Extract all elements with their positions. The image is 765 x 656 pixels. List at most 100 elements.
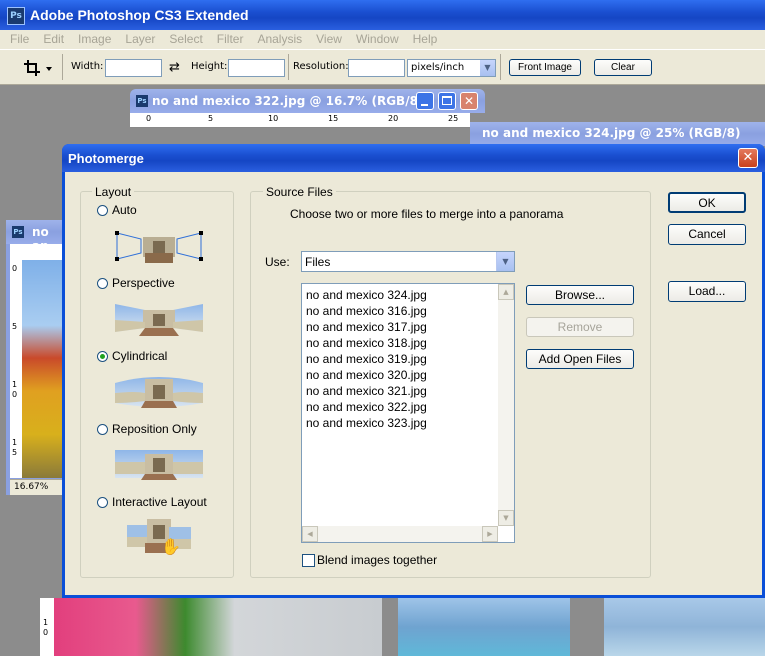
photoshop-app-icon: Ps (7, 7, 25, 25)
menu-edit[interactable]: Edit (43, 32, 64, 46)
thumb-auto (115, 227, 203, 265)
menu-view[interactable]: View (316, 32, 342, 46)
photomerge-dialog: Photomerge ✕ Layout Auto Perspective Cyl… (62, 144, 765, 598)
menu-window[interactable]: Window (356, 32, 399, 46)
doc1-ruler: 0 5 10 15 20 25 (130, 113, 470, 128)
scroll-down-icon[interactable]: ▼ (498, 510, 514, 526)
cancel-button[interactable]: Cancel (668, 224, 746, 245)
radio-perspective[interactable] (97, 278, 108, 289)
horizontal-scrollbar[interactable]: ◀ ▶ (302, 526, 498, 542)
bottom-photo-2 (398, 598, 570, 656)
hand-cursor-icon: ✋ (161, 537, 181, 556)
file-list-item[interactable]: no and mexico 320.jpg (303, 367, 496, 383)
doc3-ps-icon: Ps (12, 226, 24, 238)
thumb-cylindrical (115, 373, 203, 409)
blend-checkbox[interactable] (302, 554, 315, 567)
doc3-photo (22, 260, 66, 478)
file-list-item[interactable]: no and mexico 318.jpg (303, 335, 496, 351)
menu-layer[interactable]: Layer (125, 32, 155, 46)
doc1-ps-icon: Ps (136, 95, 148, 107)
close-icon[interactable]: ✕ (738, 148, 758, 168)
doc3-ruler (10, 244, 66, 260)
doc1-title: no and mexico 322.jpg @ 16.7% (RGB/8) (152, 94, 424, 108)
use-label: Use: (265, 255, 290, 269)
file-list-item[interactable]: no and mexico 319.jpg (303, 351, 496, 367)
vertical-scrollbar[interactable]: ▲ ▼ (498, 284, 514, 526)
browse-button[interactable]: Browse... (526, 285, 634, 305)
menu-bar: File Edit Image Layer Select Filter Analysis Vi… (0, 30, 765, 49)
width-label: Width: (71, 61, 104, 72)
dialog-body: Layout Auto Perspective Cylindrical Repo… (65, 172, 762, 595)
radio-reposition-only[interactable] (97, 424, 108, 435)
bottom-ruler-left: 10 (40, 598, 54, 656)
doc3-title-bar[interactable]: Ps no an (6, 220, 66, 253)
crop-tool-icon[interactable] (22, 57, 54, 79)
label-perspective: Perspective (112, 276, 175, 290)
radio-interactive-layout[interactable] (97, 497, 108, 508)
scroll-right-icon[interactable]: ▶ (482, 526, 498, 542)
close-icon[interactable]: ✕ (460, 92, 478, 110)
doc2-title: no and mexico 324.jpg @ 25% (RGB/8) (482, 126, 741, 140)
dialog-title: Photomerge (68, 151, 144, 166)
thumb-perspective (115, 300, 203, 336)
minimize-icon[interactable] (416, 92, 434, 110)
file-list-item[interactable]: no and mexico 317.jpg (303, 319, 496, 335)
front-image-button[interactable]: Front Image (509, 59, 581, 76)
maximize-icon[interactable] (438, 92, 456, 110)
source-files-legend: Source Files (263, 185, 336, 199)
clear-button[interactable]: Clear (594, 59, 652, 76)
label-auto: Auto (112, 203, 137, 217)
thumb-reposition-only (115, 446, 203, 482)
options-bar: Width: ⇄ Height: Resolution: pixels/inch… (0, 49, 765, 85)
menu-image[interactable]: Image (78, 32, 111, 46)
menu-filter[interactable]: Filter (217, 32, 244, 46)
chevron-down-icon[interactable]: ▼ (496, 252, 514, 271)
menu-help[interactable]: Help (413, 32, 438, 46)
height-field[interactable] (228, 59, 285, 77)
bottom-photo-3 (604, 598, 765, 656)
file-items: no and mexico 324.jpg no and mexico 316.j… (303, 287, 496, 431)
add-open-files-button[interactable]: Add Open Files (526, 349, 634, 369)
file-list-item[interactable]: no and mexico 322.jpg (303, 399, 496, 415)
height-label: Height: (191, 61, 228, 72)
instruction-text: Choose two or more files to merge into a… (290, 207, 564, 221)
menu-analysis[interactable]: Analysis (257, 32, 302, 46)
file-list-item[interactable]: no and mexico 321.jpg (303, 383, 496, 399)
label-interactive-layout: Interactive Layout (112, 495, 207, 509)
blend-label: Blend images together (317, 553, 438, 567)
chevron-down-icon[interactable]: ▼ (480, 60, 495, 76)
app-title: Adobe Photoshop CS3 Extended (30, 7, 249, 23)
label-reposition-only: Reposition Only (112, 422, 197, 436)
doc1-title-bar[interactable]: Ps no and mexico 322.jpg @ 16.7% (RGB/8)… (130, 89, 485, 113)
file-list-item[interactable]: no and mexico 316.jpg (303, 303, 496, 319)
thumb-interactive-layout: ✋ (127, 517, 191, 557)
dialog-title-bar[interactable]: Photomerge ✕ (62, 144, 765, 172)
file-list[interactable]: no and mexico 324.jpg no and mexico 316.j… (301, 283, 515, 543)
swap-arrows-icon[interactable]: ⇄ (169, 60, 180, 75)
bottom-photo-1 (54, 598, 382, 656)
radio-cylindrical[interactable] (97, 351, 108, 362)
resolution-field[interactable] (348, 59, 405, 77)
doc2-title-bar[interactable]: no and mexico 324.jpg @ 25% (RGB/8) (470, 122, 765, 146)
menu-select[interactable]: Select (169, 32, 202, 46)
scroll-up-icon[interactable]: ▲ (498, 284, 514, 300)
menu-file[interactable]: File (10, 32, 29, 46)
doc3-zoom-status: 16.67% (10, 479, 66, 495)
ok-button[interactable]: OK (668, 192, 746, 213)
use-select-value: Files (305, 255, 331, 269)
use-select[interactable]: Files ▼ (301, 251, 515, 272)
app-title-bar: Ps Adobe Photoshop CS3 Extended (0, 0, 765, 30)
file-list-item[interactable]: no and mexico 324.jpg (303, 287, 496, 303)
file-list-item[interactable]: no and mexico 323.jpg (303, 415, 496, 431)
resolution-label: Resolution: (293, 61, 349, 72)
load-button[interactable]: Load... (668, 281, 746, 302)
remove-button[interactable]: Remove (526, 317, 634, 337)
width-field[interactable] (105, 59, 162, 77)
scroll-left-icon[interactable]: ◀ (302, 526, 318, 542)
layout-legend: Layout (92, 185, 135, 199)
resolution-unit-select[interactable]: pixels/inch ▼ (407, 59, 496, 77)
doc3-vertical-ruler: 0 5 1 0 1 5 (10, 260, 22, 478)
radio-auto[interactable] (97, 205, 108, 216)
label-cylindrical: Cylindrical (112, 349, 168, 363)
resolution-unit-value: pixels/inch (411, 62, 465, 73)
